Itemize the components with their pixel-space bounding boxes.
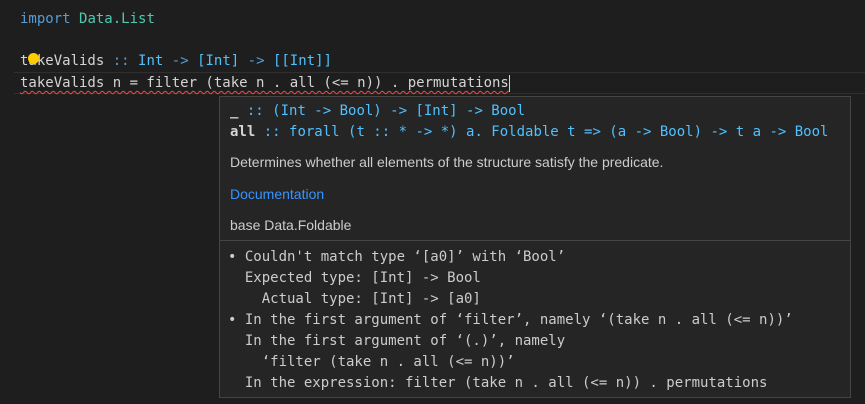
type-separator: :: <box>112 53 130 69</box>
code-line-4[interactable]: takeValids n = filter (take n . all (<= … <box>20 72 510 94</box>
diagnostic-line: In the expression: filter (take n . all … <box>228 375 768 391</box>
arrow-1: -> <box>171 53 189 69</box>
type-int-list-list: [[Int]] <box>272 53 332 69</box>
type-int-list: [Int] <box>197 53 240 69</box>
code-editor[interactable]: import Data.List takeValids :: Int -> [I… <box>0 0 865 404</box>
hover-signature-hole: _ :: (Int -> Bool) -> [Int] -> Bool <box>230 101 525 121</box>
diagnostic-line: Expected type: [Int] -> Bool <box>228 270 481 286</box>
all-type: :: forall (t :: * -> *) a. Foldable t =>… <box>255 124 829 140</box>
hole-type: :: (Int -> Bool) -> [Int] -> Bool <box>238 103 526 119</box>
diagnostic-message: • Couldn't match type ‘[a0]’ with ‘Bool’… <box>228 247 793 394</box>
hover-divider <box>220 240 850 241</box>
arrow-2: -> <box>247 53 265 69</box>
code-line-1[interactable]: import Data.List <box>20 8 155 30</box>
code-line-3[interactable]: takeValids :: Int -> [Int] -> [[Int]] <box>20 50 332 72</box>
hover-module: base Data.Foldable <box>230 217 352 233</box>
diagnostic-line: ‘filter (take n . all (<= n))’ <box>228 354 515 370</box>
text-cursor <box>508 74 510 92</box>
hover-tooltip: _ :: (Int -> Bool) -> [Int] -> Bool all … <box>219 96 851 398</box>
all-name: all <box>230 124 256 140</box>
type-int: Int <box>138 53 164 69</box>
error-expression[interactable]: takeValids n = filter (take n . all (<= … <box>20 75 509 91</box>
hover-description: Determines whether all elements of the s… <box>230 154 664 170</box>
diagnostic-line: In the first argument of ‘(.)’, namely <box>228 333 566 349</box>
hover-signature-all: all :: forall (t :: * -> *) a. Foldable … <box>230 122 828 142</box>
diagnostic-line: Actual type: [Int] -> [a0] <box>228 291 481 307</box>
documentation-link[interactable]: Documentation <box>230 186 324 202</box>
import-keyword: import <box>20 11 71 27</box>
module-name: Data.List <box>79 11 155 27</box>
diagnostic-line: • Couldn't match type ‘[a0]’ with ‘Bool’ <box>228 249 566 265</box>
diagnostic-line: • In the first argument of ‘filter’, nam… <box>228 312 793 328</box>
lightbulb-icon[interactable] <box>28 53 39 64</box>
